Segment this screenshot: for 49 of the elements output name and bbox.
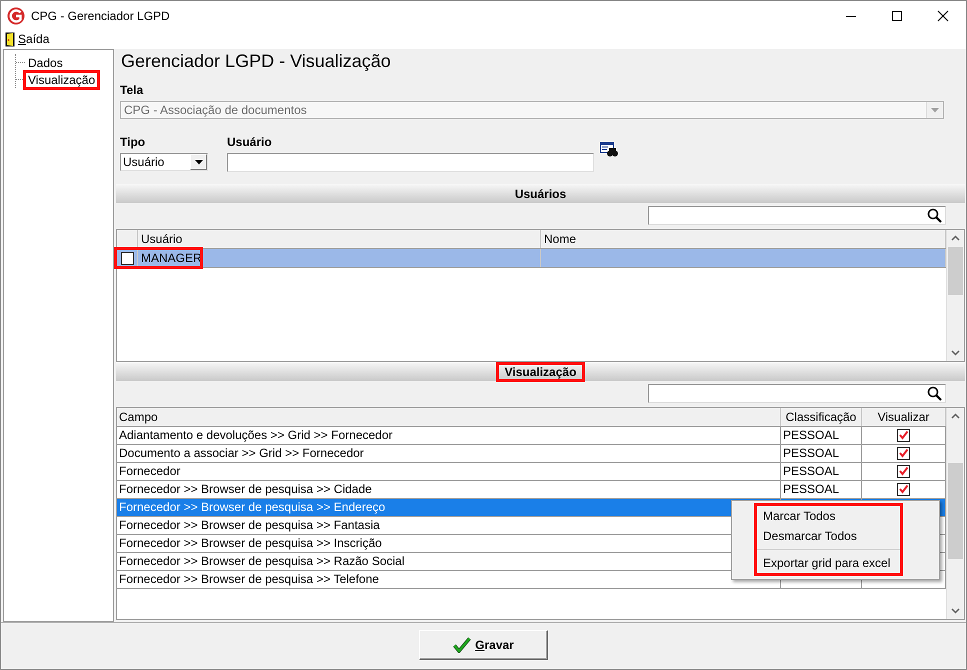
search-field[interactable]: [648, 206, 946, 225]
table-cell: PESSOAL: [781, 427, 862, 444]
maximize-icon: [891, 10, 903, 22]
checkbox[interactable]: [897, 465, 910, 478]
field-label: Tela: [120, 83, 144, 97]
menu-item[interactable]: Saída: [5, 32, 50, 46]
table-cell: PESSOAL: [781, 481, 862, 498]
app-logo-icon: [7, 7, 25, 25]
table-cell: PESSOAL: [781, 445, 862, 462]
door-icon: [5, 32, 15, 46]
table-cell: Fornecedor: [117, 463, 781, 480]
input-field[interactable]: [227, 153, 594, 172]
field-label: Usuário: [227, 135, 273, 149]
table-cell: Fornecedor >> Browser de pesquisa >> Cidade: [117, 481, 781, 498]
checkbox[interactable]: [897, 429, 910, 442]
table-row[interactable]: MANAGER: [117, 249, 946, 268]
close-icon: [937, 10, 949, 22]
table-cell: Documento a associar >> Grid >> Fornecedor: [117, 445, 781, 462]
column-header[interactable]: Usuário: [138, 230, 541, 248]
dropdown[interactable]: Usuário: [120, 153, 208, 171]
menu-item[interactable]: Exportar grid para excel: [757, 553, 900, 573]
dropdown-arrow-icon: [931, 108, 939, 112]
search-icon: [927, 386, 942, 401]
table-row[interactable]: Fornecedor PESSOAL: [117, 463, 946, 481]
table-cell: PESSOAL: [781, 463, 862, 480]
table-cell: Adiantamento e devoluções >> Grid >> Fornecedor: [117, 427, 781, 444]
section-title: Usuários: [514, 186, 568, 202]
column-header[interactable]: Classificação: [781, 408, 862, 426]
checkmark-icon: [453, 637, 472, 653]
column-header[interactable]: Campo: [117, 408, 781, 426]
checkbox[interactable]: [897, 447, 910, 460]
page-title: Gerenciador LGPD - Visualização: [121, 50, 392, 72]
dropdown-arrow-icon: [194, 160, 202, 164]
scrollbar[interactable]: [946, 408, 964, 619]
tree-item[interactable]: Visualização: [23, 70, 100, 90]
checkbox[interactable]: [897, 483, 910, 496]
search-icon: [927, 208, 942, 223]
binoculars-icon[interactable]: [600, 142, 618, 157]
search-field[interactable]: [648, 384, 946, 403]
tree-item[interactable]: Dados: [23, 52, 68, 72]
scrollbar[interactable]: [946, 230, 964, 361]
window-title: CPG - Gerenciador LGPD: [31, 9, 171, 23]
save-button[interactable]: Gravar: [419, 630, 548, 660]
table-cell: MANAGER: [138, 249, 541, 267]
section-title: Visualização: [496, 362, 586, 382]
checkbox[interactable]: [120, 252, 134, 264]
field-label: Tipo: [120, 135, 146, 149]
table-row[interactable]: Documento a associar >> Grid >> Fornecedor PESSOAL: [117, 445, 946, 463]
table-row[interactable]: Adiantamento e devoluções >> Grid >> Fornecedor PESSOAL: [117, 427, 946, 445]
